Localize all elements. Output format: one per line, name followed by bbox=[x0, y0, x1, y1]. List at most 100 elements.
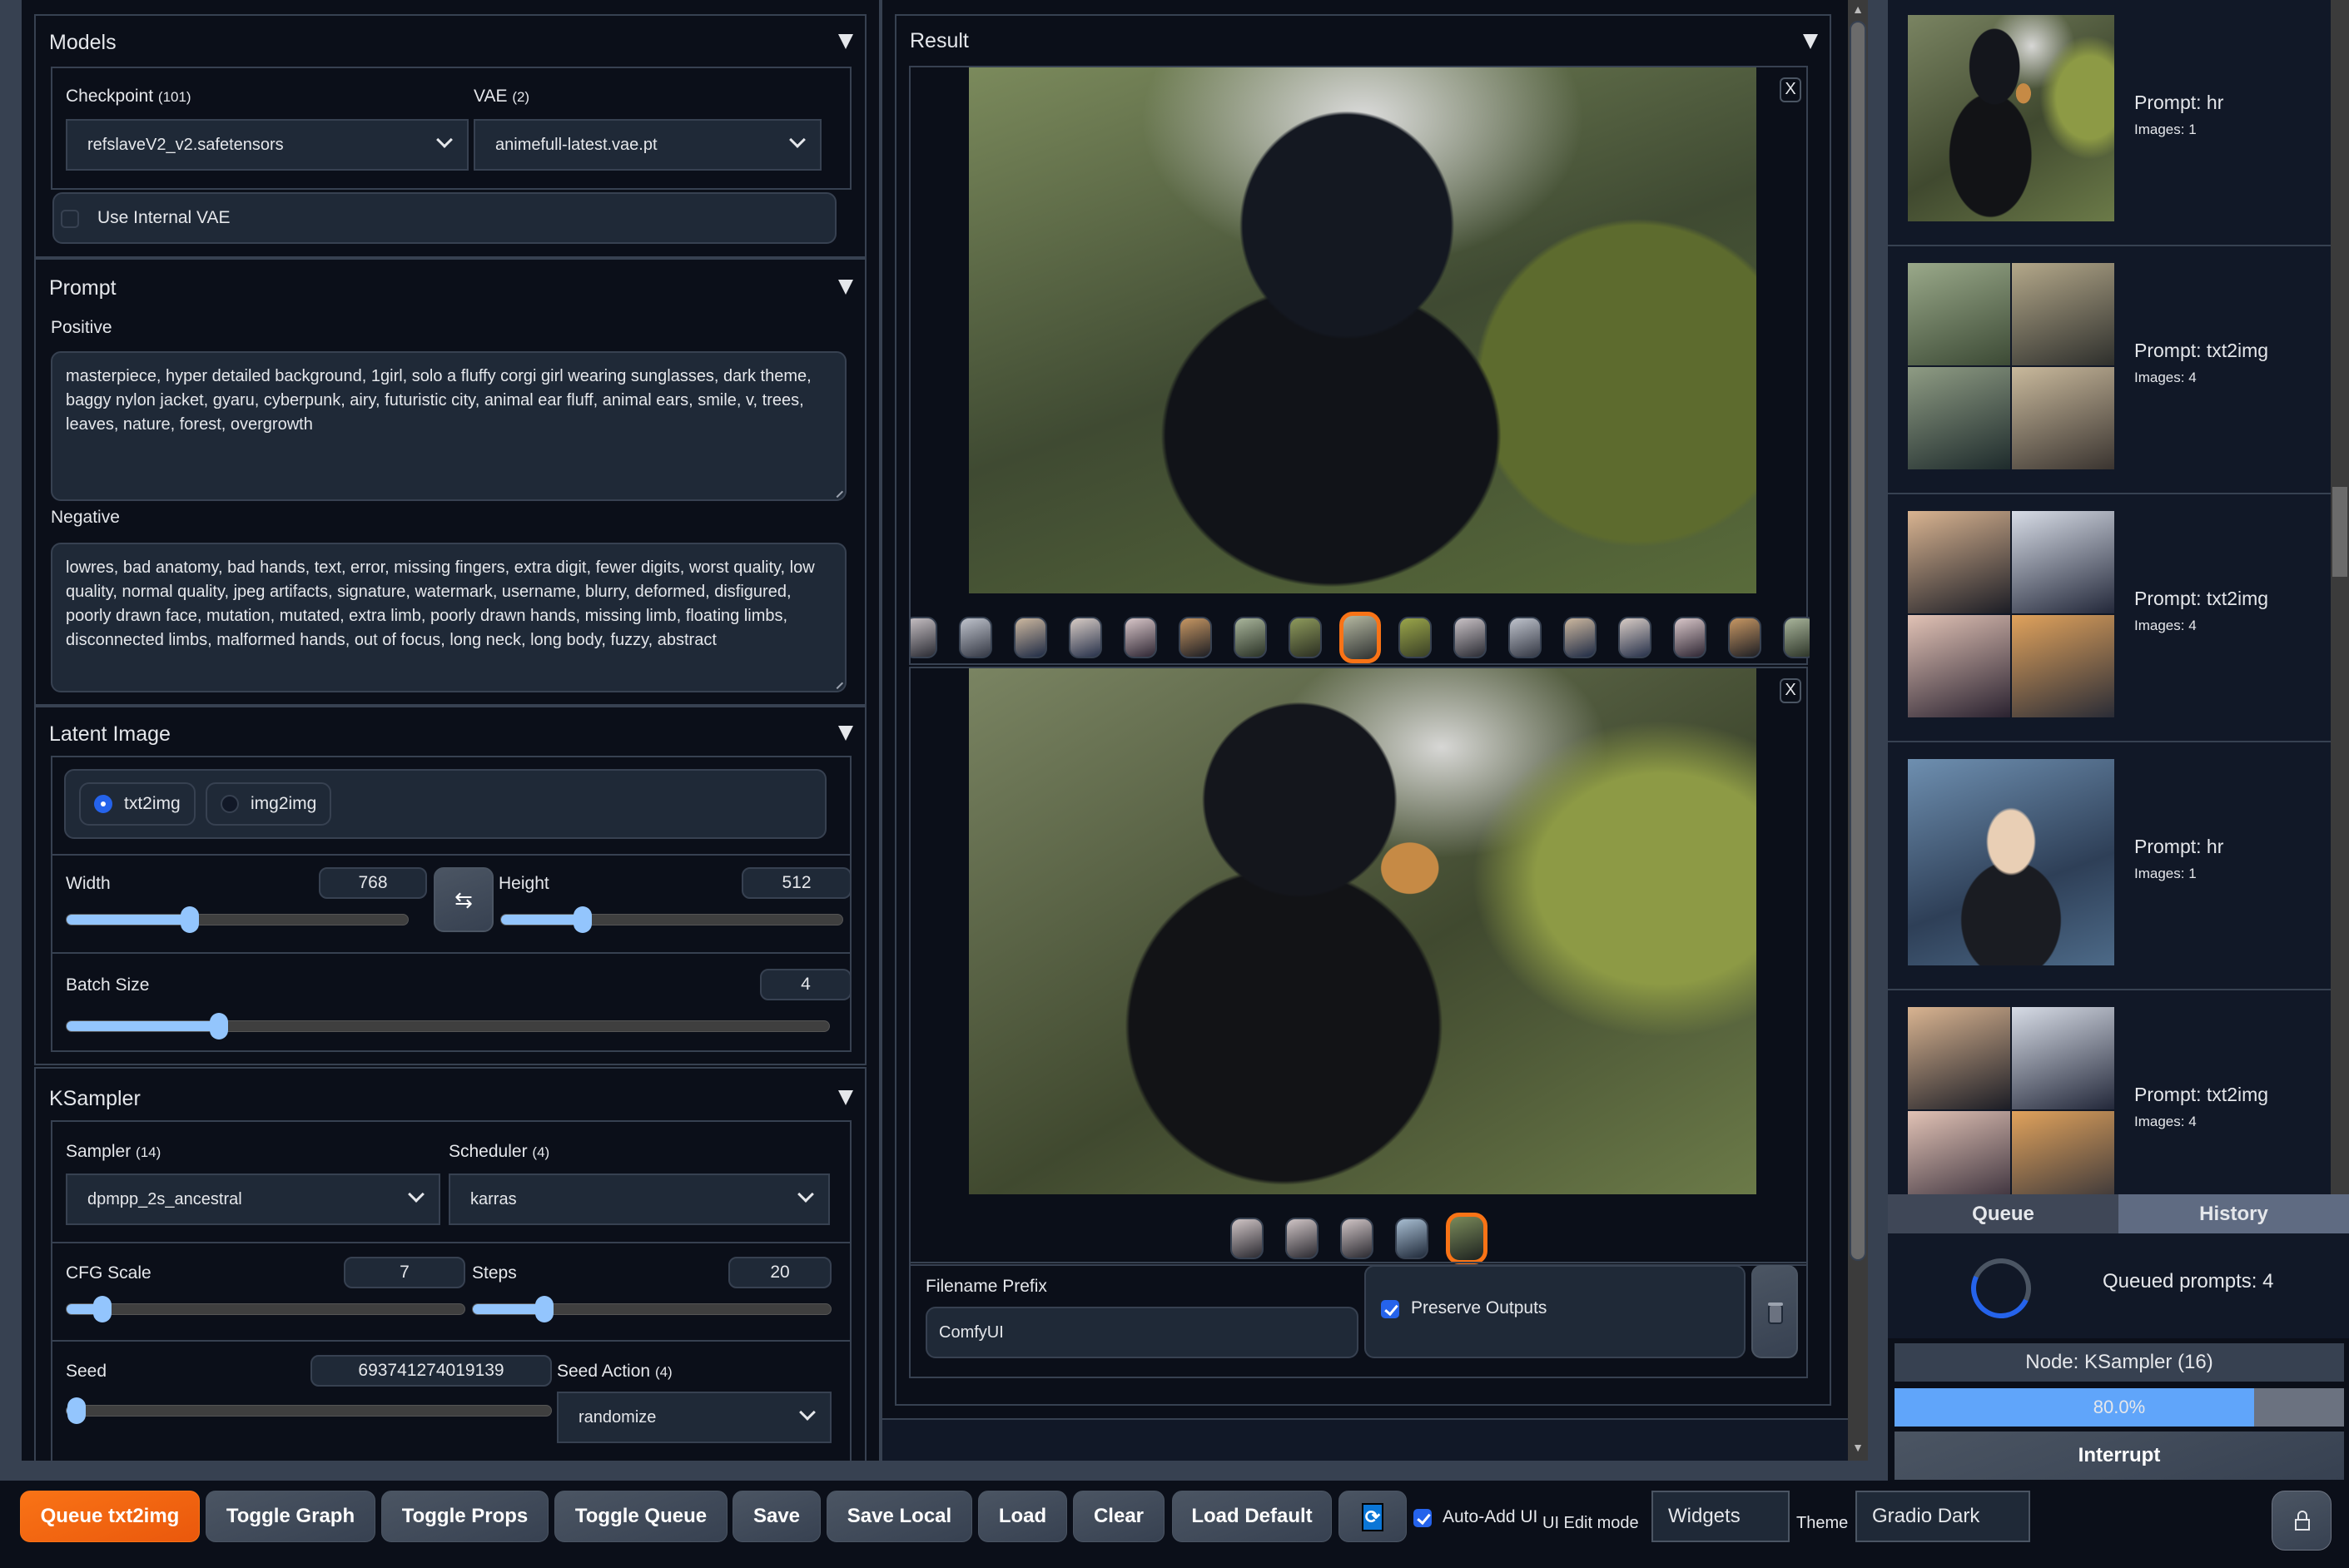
seed-slider-handle[interactable] bbox=[67, 1397, 86, 1424]
sampler-select[interactable]: dpmpp_2s_ancestral bbox=[66, 1174, 440, 1225]
height-slider-handle[interactable] bbox=[574, 906, 593, 933]
gallery-thumbnail[interactable] bbox=[1339, 612, 1381, 663]
queue-prompt-button[interactable]: Queue txt2img bbox=[20, 1491, 200, 1542]
negative-prompt-input[interactable]: lowres, bad anatomy, bad hands, text, er… bbox=[51, 543, 847, 692]
gallery-thumbnail[interactable] bbox=[1285, 1218, 1319, 1259]
result-image[interactable] bbox=[969, 668, 1756, 1194]
history-item[interactable]: Prompt: txt2img Images: 4 bbox=[1888, 992, 2331, 1194]
gallery-thumbnail[interactable] bbox=[959, 617, 992, 658]
history-item[interactable]: Prompt: txt2img Images: 4 bbox=[1888, 248, 2331, 494]
positive-prompt-input[interactable]: masterpiece, hyper detailed background, … bbox=[51, 351, 847, 501]
gallery-thumbnail[interactable] bbox=[911, 617, 937, 658]
filename-prefix-input[interactable]: ComfyUI bbox=[926, 1307, 1358, 1358]
result-image[interactable] bbox=[969, 67, 1756, 593]
gallery-thumbnail[interactable] bbox=[1618, 617, 1651, 658]
history-item[interactable]: Prompt: hr Images: 1 bbox=[1888, 744, 2331, 990]
gallery-thumbnail[interactable] bbox=[1446, 1213, 1487, 1264]
history-scrollbar[interactable] bbox=[2331, 0, 2349, 1194]
steps-slider[interactable] bbox=[472, 1296, 832, 1322]
gallery-thumbnail[interactable] bbox=[1230, 1218, 1264, 1259]
scrollbar-thumb[interactable] bbox=[1850, 21, 1866, 1261]
checkpoint-select[interactable]: refslaveV2_v2.safetensors bbox=[66, 119, 469, 171]
preserve-outputs-checkbox[interactable] bbox=[1381, 1300, 1399, 1318]
tab-queue[interactable]: Queue bbox=[1888, 1194, 2118, 1233]
mode-img2img-radio[interactable]: img2img bbox=[206, 782, 332, 826]
gallery-thumbnail[interactable] bbox=[1395, 1218, 1428, 1259]
use-internal-vae-row[interactable]: Use Internal VAE bbox=[52, 192, 837, 244]
history-thumbnail bbox=[1908, 511, 2010, 613]
swap-dimensions-button[interactable]: ⇆ bbox=[434, 867, 494, 932]
toggle-queue-button[interactable]: Toggle Queue bbox=[554, 1491, 728, 1542]
close-icon[interactable]: X bbox=[1780, 77, 1801, 102]
height-input[interactable]: 512 bbox=[742, 867, 852, 899]
steps-slider-handle[interactable] bbox=[535, 1296, 554, 1322]
cfg-scale-input[interactable]: 7 bbox=[344, 1257, 465, 1288]
history-preview bbox=[1908, 15, 2114, 221]
scroll-up-icon[interactable]: ▲ bbox=[1848, 0, 1868, 18]
main-scrollbar[interactable]: ▲ ▼ bbox=[1848, 0, 1868, 1461]
clear-outputs-button[interactable] bbox=[1751, 1265, 1798, 1358]
mode-txt2img-radio[interactable]: txt2img bbox=[79, 782, 196, 826]
refresh-button[interactable]: ⟳ bbox=[1338, 1491, 1407, 1542]
gallery-thumbnail[interactable] bbox=[1728, 617, 1761, 658]
seed-action-select[interactable]: randomize bbox=[557, 1392, 832, 1443]
gallery-thumbnail[interactable] bbox=[1563, 617, 1597, 658]
height-slider[interactable] bbox=[500, 906, 843, 933]
ksampler-collapse-icon[interactable] bbox=[838, 1090, 853, 1105]
interrupt-button[interactable]: Interrupt bbox=[1895, 1432, 2344, 1480]
width-input[interactable]: 768 bbox=[319, 867, 427, 899]
preserve-outputs-row[interactable]: Preserve Outputs bbox=[1364, 1265, 1746, 1358]
scheduler-select[interactable]: karras bbox=[449, 1174, 830, 1225]
latent-collapse-icon[interactable] bbox=[838, 726, 853, 741]
gallery-thumbnail[interactable] bbox=[1453, 617, 1487, 658]
mode-txt2img-label: txt2img bbox=[124, 794, 181, 813]
scroll-down-icon[interactable]: ▼ bbox=[1848, 1438, 1868, 1456]
resize-grip-icon[interactable] bbox=[831, 677, 844, 690]
close-icon[interactable]: X bbox=[1780, 678, 1801, 703]
gallery-thumbnail[interactable] bbox=[1124, 617, 1157, 658]
gallery-thumbnail[interactable] bbox=[1340, 1218, 1373, 1259]
history-scrollbar-thumb[interactable] bbox=[2332, 487, 2347, 577]
lock-button[interactable] bbox=[2272, 1491, 2332, 1551]
vae-select[interactable]: animefull-latest.vae.pt bbox=[474, 119, 822, 171]
steps-input[interactable]: 20 bbox=[728, 1257, 832, 1288]
models-collapse-icon[interactable] bbox=[838, 34, 853, 49]
load-button[interactable]: Load bbox=[978, 1491, 1067, 1542]
save-local-button[interactable]: Save Local bbox=[827, 1491, 972, 1542]
cfg-slider-handle[interactable] bbox=[93, 1296, 112, 1322]
tab-history[interactable]: History bbox=[2118, 1194, 2349, 1233]
batch-size-slider[interactable] bbox=[66, 1013, 830, 1040]
batch-size-input[interactable]: 4 bbox=[760, 969, 852, 1000]
toggle-props-button[interactable]: Toggle Props bbox=[381, 1491, 549, 1542]
cfg-scale-slider[interactable] bbox=[66, 1296, 465, 1322]
gallery-thumbnail[interactable] bbox=[1783, 617, 1810, 658]
save-button[interactable]: Save bbox=[733, 1491, 821, 1542]
ui-edit-mode-select[interactable]: Widgets bbox=[1651, 1491, 1790, 1542]
theme-select[interactable]: Gradio Dark bbox=[1855, 1491, 2030, 1542]
seed-input[interactable]: 693741274019139 bbox=[310, 1355, 552, 1387]
width-slider-handle[interactable] bbox=[180, 906, 199, 933]
history-item[interactable]: Prompt: txt2img Images: 4 bbox=[1888, 496, 2331, 742]
resize-grip-icon[interactable] bbox=[831, 485, 844, 499]
gallery-thumbnail[interactable] bbox=[1179, 617, 1212, 658]
auto-add-ui-checkbox[interactable] bbox=[1413, 1509, 1432, 1527]
prompt-collapse-icon[interactable] bbox=[838, 280, 853, 295]
history-item[interactable]: Prompt: hr Images: 1 bbox=[1888, 0, 2331, 246]
load-default-button[interactable]: Load Default bbox=[1172, 1491, 1332, 1542]
chevron-down-icon bbox=[797, 1186, 814, 1203]
gallery-thumbnail[interactable] bbox=[1069, 617, 1102, 658]
batch-size-slider-handle[interactable] bbox=[210, 1013, 229, 1040]
gallery-thumbnail[interactable] bbox=[1398, 617, 1432, 658]
toggle-graph-button[interactable]: Toggle Graph bbox=[206, 1491, 375, 1542]
history-sidebar: Prompt: hr Images: 1 Prompt: txt2img Images… bbox=[1888, 0, 2331, 1194]
seed-slider[interactable] bbox=[66, 1397, 552, 1424]
gallery-thumbnail[interactable] bbox=[1508, 617, 1542, 658]
gallery-thumbnail[interactable] bbox=[1014, 617, 1047, 658]
gallery-thumbnail[interactable] bbox=[1289, 617, 1322, 658]
gallery-thumbnail[interactable] bbox=[1673, 617, 1706, 658]
use-internal-vae-checkbox[interactable] bbox=[61, 210, 79, 228]
clear-button[interactable]: Clear bbox=[1073, 1491, 1165, 1542]
gallery-thumbnail[interactable] bbox=[1234, 617, 1267, 658]
result-collapse-icon[interactable] bbox=[1803, 34, 1818, 49]
width-slider[interactable] bbox=[66, 906, 409, 933]
